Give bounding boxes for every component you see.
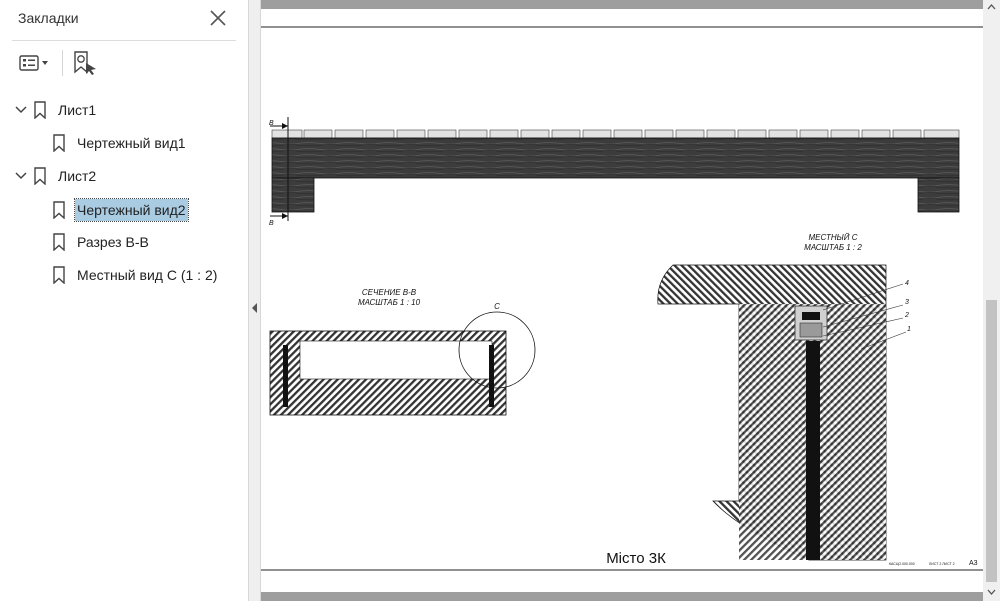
local-view-detail <box>657 264 907 561</box>
local-view-title: МЕСТНЫЙ С <box>809 233 858 242</box>
section-mark-top: В <box>269 120 274 127</box>
options-menu-icon[interactable] <box>18 50 52 76</box>
bookmark-icon <box>34 167 46 185</box>
scrollbar-thumb[interactable] <box>986 300 997 582</box>
bookmark-icon <box>53 201 65 219</box>
stamp-sheet: ЛИСТ 2 ЛИСТ 2 <box>929 562 955 566</box>
collapse-panel-icon[interactable] <box>251 302 259 314</box>
drawing-page: В В СЕЧЕНИЕ В-В МАСШТАБ 1 : 10 С МЕСТНЫЙ… <box>261 9 983 592</box>
toolbar-separator <box>62 50 63 76</box>
beam <box>271 137 960 179</box>
bookmark-icon <box>34 101 46 119</box>
bookmark-label: Местный вид С (1 : 2) <box>77 267 218 283</box>
section-view <box>269 311 536 416</box>
detail-mark: С <box>494 302 500 311</box>
stamp-code: КАСЦО.000.000 <box>889 562 915 566</box>
leg-right <box>917 177 960 213</box>
tree-item-drawing-view1[interactable]: Чертежный вид1 <box>52 131 188 155</box>
bookmark-label-selected: Чертежный вид2 <box>74 198 189 222</box>
bookmarks-panel: Закладки Лист1 Чертежный вид1 Лист2 Черт… <box>0 0 248 601</box>
bookmark-label: Чертежный вид1 <box>77 135 186 151</box>
callout-1: 1 <box>907 326 911 333</box>
panel-divider <box>12 40 236 41</box>
add-bookmark-icon[interactable] <box>72 50 98 76</box>
local-view-scale: МАСШТАБ 1 : 2 <box>804 243 862 252</box>
leg-left <box>271 177 315 213</box>
scroll-down-icon[interactable] <box>986 588 997 596</box>
paper-format: А3 <box>969 560 978 567</box>
tree-item-section-bb[interactable]: Разрез В-В <box>52 230 151 254</box>
section-title: СЕЧЕНИЕ В-В <box>362 288 417 297</box>
technical-drawing: В В СЕЧЕНИЕ В-В МАСШТАБ 1 : 10 С МЕСТНЫЙ… <box>261 26 983 571</box>
bookmark-label: Лист2 <box>58 168 97 184</box>
tree-item-list2[interactable]: Лист2 <box>14 164 98 188</box>
bookmark-icon <box>53 134 65 152</box>
tree-item-list1[interactable]: Лист1 <box>14 98 98 122</box>
bookmark-icon <box>53 266 65 284</box>
panel-splitter[interactable] <box>248 0 261 601</box>
chevron-down-icon[interactable] <box>14 103 28 117</box>
bookmark-label: Разрез В-В <box>77 234 149 250</box>
bookmark-label: Лист1 <box>58 102 97 118</box>
scroll-up-icon[interactable] <box>986 3 997 11</box>
chevron-down-icon[interactable] <box>14 169 28 183</box>
tree-item-local-view-c[interactable]: Местный вид С (1 : 2) <box>52 263 219 287</box>
panel-title: Закладки <box>18 10 79 26</box>
callout-2: 2 <box>904 312 909 319</box>
document-viewer: В В СЕЧЕНИЕ В-В МАСШТАБ 1 : 10 С МЕСТНЫЙ… <box>261 0 983 601</box>
section-mark-bottom: В <box>269 220 274 227</box>
callout-4: 4 <box>905 280 909 287</box>
callout-3: 3 <box>905 299 909 306</box>
section-scale: МАСШТАБ 1 : 10 <box>358 298 421 307</box>
deck-planks <box>271 129 960 139</box>
bookmark-icon <box>53 233 65 251</box>
close-icon[interactable] <box>206 6 230 30</box>
stamp-title: Місто 3К <box>606 550 666 567</box>
tree-item-drawing-view2[interactable]: Чертежный вид2 <box>52 198 189 222</box>
